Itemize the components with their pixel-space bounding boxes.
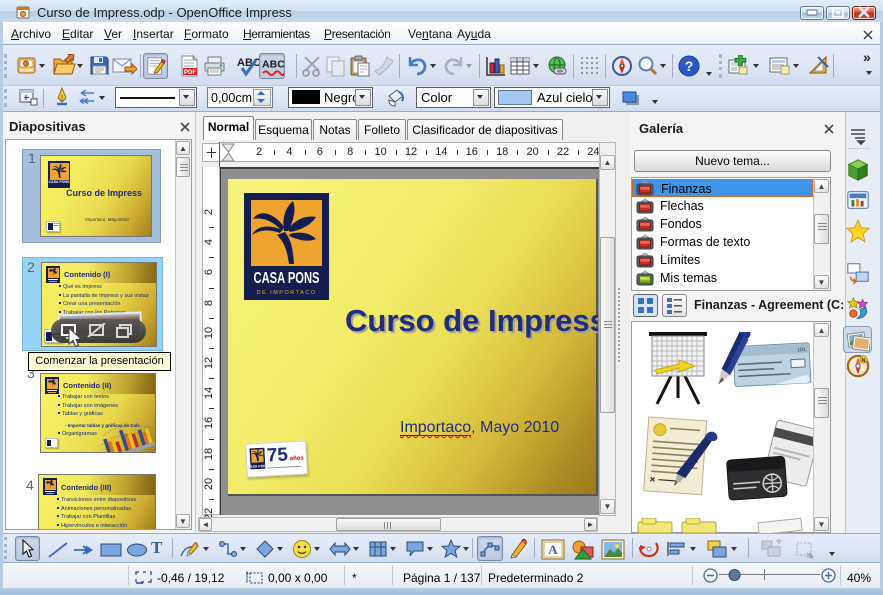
svg-text:ABC: ABC (237, 57, 261, 69)
svg-text:?: ? (685, 58, 694, 74)
svg-text:101: 101 (797, 347, 806, 353)
svg-text:DE IMPORTACO: DE IMPORTACO (257, 290, 317, 296)
svg-text:N: N (862, 358, 866, 364)
svg-text:A: A (548, 542, 558, 557)
svg-text:ABC: ABC (262, 58, 284, 70)
svg-text:CASA PONS: CASA PONS (254, 270, 320, 288)
svg-text:PDF: PDF (184, 70, 196, 76)
